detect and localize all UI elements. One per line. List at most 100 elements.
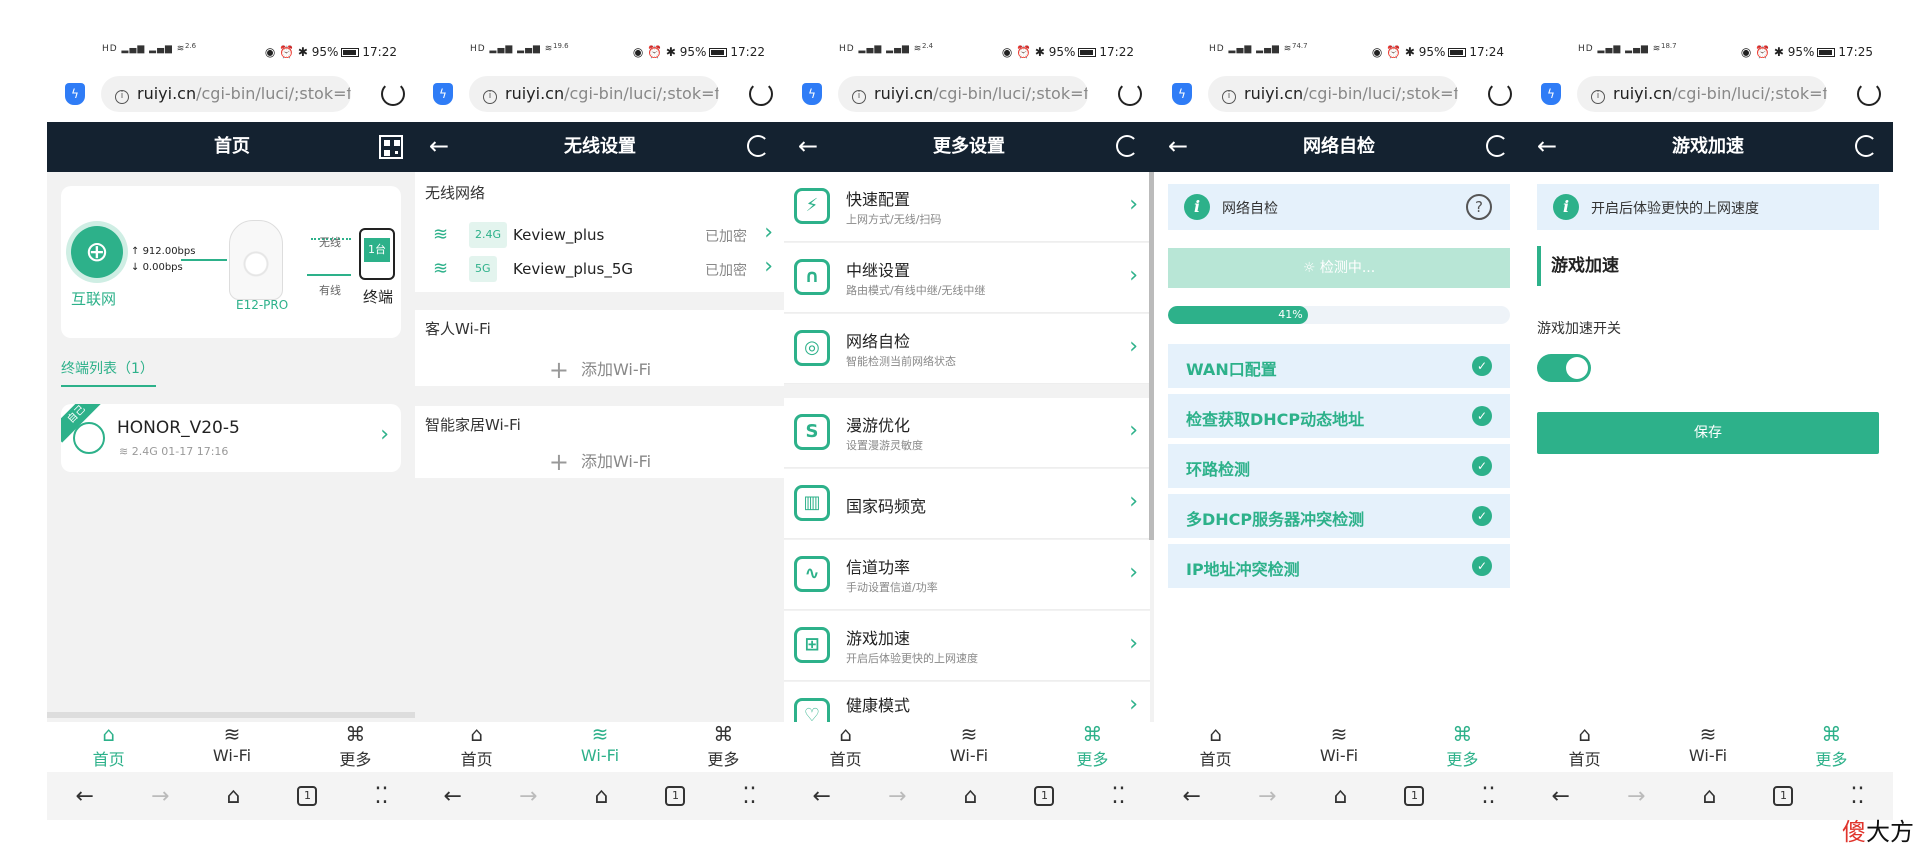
reload-icon[interactable] (381, 82, 405, 106)
shield-icon[interactable]: ϟ (65, 83, 85, 105)
tab-home[interactable]: ⌂ 首页 (1154, 722, 1277, 772)
page-title: 无线设置 (564, 136, 636, 157)
reload-icon[interactable] (1488, 82, 1512, 106)
network-check-content: i 网络自检 ? ☼ 检测中... 41% WAN口配置 ✓ 检查获取DHCP动态… (1154, 172, 1524, 722)
forward-icon[interactable]: → (519, 784, 537, 809)
game-accel-toggle[interactable] (1537, 354, 1591, 382)
tabs-icon[interactable]: 1 (1773, 786, 1794, 806)
menu-item-roaming[interactable]: S 漫游优化 设置漫游灵敏度 › (784, 398, 1150, 468)
device-card[interactable]: 自己 HONOR_V20-5 ≋ 2.4G 01-17 17:16 › (61, 404, 401, 472)
home-nav-icon[interactable]: ⌂ (963, 784, 977, 809)
terminal-list-tab[interactable]: 终端列表（1） (61, 358, 154, 378)
address-field[interactable]: i ruiyi.cn/cgi-bin/luci/;stok=f9 (838, 76, 1088, 112)
tabs-icon[interactable]: 1 (665, 786, 686, 806)
browser-nav-bar: ← → ⌂ 1 ⁚⁚ (415, 772, 785, 820)
detecting-button[interactable]: ☼ 检测中... (1168, 248, 1510, 288)
plus-icon: + (548, 448, 569, 476)
back-icon[interactable]: ← (76, 784, 94, 809)
wifi-row-5g[interactable]: ≋ 5G Keview_plus_5G 已加密 › (415, 250, 785, 290)
wifi-icon: ≋ (960, 722, 978, 746)
shield-icon[interactable]: ϟ (1541, 83, 1561, 105)
forward-icon[interactable]: → (888, 784, 906, 809)
tab-more[interactable]: ⌘ 更多 (1770, 722, 1893, 772)
menu-item-country-code[interactable]: ▥ 国家码频宽 › (784, 469, 1150, 539)
menu-item-network-check[interactable]: ◎ 网络自检 智能检测当前网络状态 › (784, 314, 1150, 384)
menu-item-quick-config[interactable]: ⚡ 快速配置 上网方式/无线/扫码 › (784, 172, 1150, 242)
add-guest-wifi-button[interactable]: + 添加Wi-Fi (415, 356, 785, 384)
menu-dots-icon[interactable]: ⁚⁚ (1481, 784, 1495, 809)
refresh-icon[interactable] (1855, 135, 1877, 157)
home-nav-icon[interactable]: ⌂ (1702, 784, 1716, 809)
shield-icon[interactable]: ϟ (433, 83, 453, 105)
menu-dots-icon[interactable]: ⁚⁚ (1850, 784, 1864, 809)
back-icon[interactable]: ← (813, 784, 831, 809)
battery-icon (1448, 48, 1467, 57)
address-field[interactable]: i ruiyi.cn/cgi-bin/luci/;stok=f9 (101, 76, 351, 112)
reload-icon[interactable] (1857, 82, 1881, 106)
chevron-right-icon[interactable]: › (764, 254, 773, 279)
tab-wifi[interactable]: ≋ Wi-Fi (907, 722, 1030, 772)
shield-icon[interactable]: ϟ (1172, 83, 1192, 105)
info-icon[interactable]: i (1591, 90, 1605, 104)
tab-wifi[interactable]: ≋ Wi-Fi (1646, 722, 1769, 772)
chevron-right-icon: › (1129, 692, 1138, 717)
menu-dots-icon[interactable]: ⁚⁚ (1111, 784, 1125, 809)
battery-icon (1078, 48, 1097, 57)
back-icon[interactable]: ← (444, 784, 462, 809)
tab-home[interactable]: ⌂ 首页 (47, 722, 170, 772)
address-field[interactable]: i ruiyi.cn/cgi-bin/luci/;stok=f9 (469, 76, 719, 112)
globe-icon[interactable]: ⊕ (71, 226, 123, 278)
add-smart-wifi-button[interactable]: + 添加Wi-Fi (415, 448, 785, 476)
tab-home[interactable]: ⌂ 首页 (784, 722, 907, 772)
home-nav-icon[interactable]: ⌂ (594, 784, 608, 809)
tab-more[interactable]: ⌘ 更多 (1031, 722, 1154, 772)
address-field[interactable]: i ruiyi.cn/cgi-bin/luci/;stok=f9 (1208, 76, 1458, 112)
tabs-icon[interactable]: 1 (1034, 786, 1055, 806)
address-field[interactable]: i ruiyi.cn/cgi-bin/luci/;stok=f9 (1577, 76, 1827, 112)
forward-icon[interactable]: → (1627, 784, 1645, 809)
reload-icon[interactable] (1118, 82, 1142, 106)
home-nav-icon[interactable]: ⌂ (1333, 784, 1347, 809)
info-icon[interactable]: i (115, 90, 129, 104)
download-speed: 0.00bps (142, 262, 183, 273)
menu-dots-icon[interactable]: ⁚⁚ (742, 784, 756, 809)
tab-more[interactable]: ⌘ 更多 (1401, 722, 1524, 772)
shield-icon[interactable]: ϟ (802, 83, 822, 105)
tab-more[interactable]: ⌘ 更多 (662, 722, 785, 772)
reload-icon[interactable] (749, 82, 773, 106)
tab-wifi[interactable]: ≋ Wi-Fi (538, 722, 661, 772)
refresh-icon[interactable] (1116, 135, 1138, 157)
info-icon[interactable]: i (852, 90, 866, 104)
forward-icon[interactable]: → (1258, 784, 1276, 809)
back-icon[interactable]: ← (1552, 784, 1570, 809)
home-nav-icon[interactable]: ⌂ (226, 784, 240, 809)
back-icon[interactable]: ← (1183, 784, 1201, 809)
info-icon[interactable]: i (483, 90, 497, 104)
menu-dots-icon[interactable]: ⁚⁚ (374, 784, 388, 809)
chevron-right-icon[interactable]: › (764, 220, 773, 245)
tab-home[interactable]: ⌂ 首页 (415, 722, 538, 772)
terminal-icon[interactable]: 1台 (359, 228, 395, 280)
menu-item-channel-power[interactable]: ∿ 信道功率 手动设置信道/功率 › (784, 540, 1150, 610)
menu-item-game-accel[interactable]: ⊞ 游戏加速 开启后体验更快的上网速度 › (784, 611, 1150, 681)
tab-home[interactable]: ⌂ 首页 (1523, 722, 1646, 772)
menu-item-health-mode[interactable]: ♡ 健康模式 › (784, 682, 1150, 722)
tab-wifi[interactable]: ≋ Wi-Fi (1277, 722, 1400, 772)
refresh-icon[interactable] (747, 135, 769, 157)
refresh-icon[interactable] (1486, 135, 1508, 157)
tab-wifi[interactable]: ≋ Wi-Fi (170, 722, 293, 772)
info-icon[interactable]: i (1222, 90, 1236, 104)
tabs-icon[interactable]: 1 (1404, 786, 1425, 806)
tab-more[interactable]: ⌘ 更多 (294, 722, 417, 772)
clock: 17:25 (1838, 45, 1873, 59)
help-icon[interactable]: ? (1466, 194, 1492, 220)
menu-item-relay[interactable]: ∩ 中继设置 路由模式/有线中继/无线中继 › (784, 243, 1150, 313)
chevron-right-icon[interactable]: › (380, 422, 389, 447)
tabs-icon[interactable]: 1 (297, 786, 318, 806)
qr-code-icon[interactable] (379, 135, 403, 159)
smart-home-section-title: 智能家居Wi-Fi (425, 416, 521, 434)
router-image[interactable] (229, 220, 283, 300)
link-line (181, 259, 227, 261)
forward-icon[interactable]: → (151, 784, 169, 809)
save-button[interactable]: 保存 (1537, 412, 1879, 454)
